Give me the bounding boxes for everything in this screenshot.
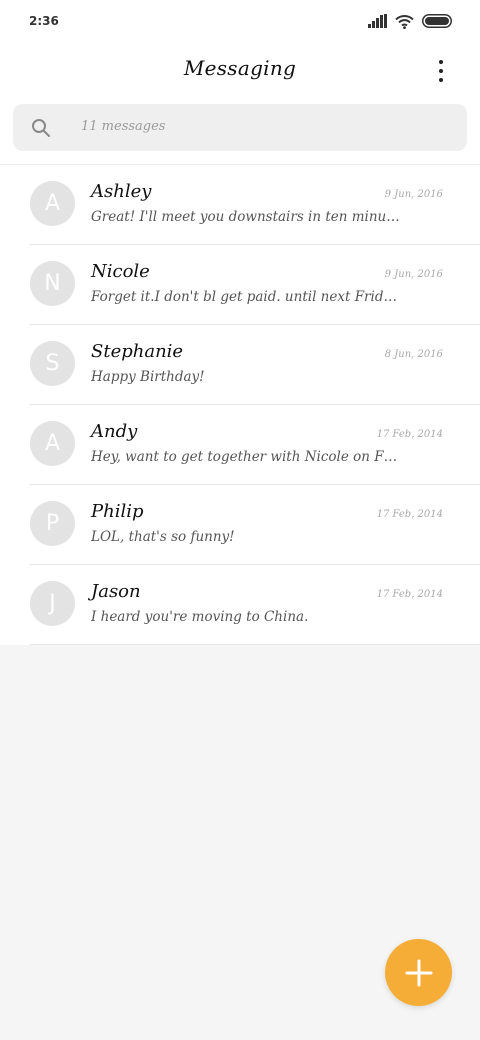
contact-name: Ashley <box>91 181 152 202</box>
page-title: Messaging <box>183 56 297 80</box>
message-preview: Hey, want to get together with Nicole on… <box>91 449 401 465</box>
message-date: 17 Feb, 2014 <box>376 509 443 520</box>
avatar: N <box>30 261 75 306</box>
contact-name: Stephanie <box>91 341 184 362</box>
status-bar: 2:36 <box>0 0 480 44</box>
conversation-item[interactable]: A Ashley 9 Jun, 2016 Great! I'll meet yo… <box>0 165 480 245</box>
wifi-icon <box>395 14 414 29</box>
row-divider <box>30 644 480 645</box>
messaging-screen: 2:36 Messaging 11 messages A Ashley 9 Ju… <box>0 0 480 1040</box>
conversation-list: A Ashley 9 Jun, 2016 Great! I'll meet yo… <box>0 165 480 645</box>
status-time: 2:36 <box>29 14 59 28</box>
message-preview: I heard you're moving to China. <box>91 609 309 625</box>
search-placeholder: 11 messages <box>81 119 166 134</box>
conversation-item[interactable]: A Andy 17 Feb, 2014 Hey, want to get tog… <box>0 405 480 485</box>
search-icon <box>32 119 50 137</box>
message-preview: Happy Birthday! <box>91 369 205 385</box>
message-date: 8 Jun, 2016 <box>384 349 443 360</box>
status-icons <box>368 13 452 29</box>
contact-name: Nicole <box>91 261 150 282</box>
message-preview: LOL, that's so funny! <box>91 529 235 545</box>
more-vertical-icon <box>439 60 443 64</box>
message-date: 9 Jun, 2016 <box>384 269 443 280</box>
message-preview: Forget it.I don't bl get paid. until nex… <box>91 289 401 305</box>
conversation-item[interactable]: N Nicole 9 Jun, 2016 Forget it.I don't b… <box>0 245 480 325</box>
conversation-item[interactable]: P Philip 17 Feb, 2014 LOL, that's so fun… <box>0 485 480 565</box>
conversation-item[interactable]: J Jason 17 Feb, 2014 I heard you're movi… <box>0 565 480 645</box>
contact-name: Philip <box>91 501 144 522</box>
message-date: 17 Feb, 2014 <box>376 589 443 600</box>
avatar: P <box>30 501 75 546</box>
message-date: 9 Jun, 2016 <box>384 189 443 200</box>
contact-name: Jason <box>91 581 141 602</box>
avatar: A <box>30 421 75 466</box>
message-date: 17 Feb, 2014 <box>376 429 443 440</box>
avatar: A <box>30 181 75 226</box>
message-preview: Great! I'll meet you downstairs in ten m… <box>91 209 401 225</box>
app-header: Messaging <box>0 44 480 100</box>
new-message-button[interactable] <box>385 939 452 1006</box>
more-options-button[interactable] <box>428 56 454 86</box>
search-input[interactable]: 11 messages <box>13 104 467 151</box>
battery-icon <box>422 14 452 28</box>
avatar: S <box>30 341 75 386</box>
plus-icon <box>405 959 432 986</box>
conversation-item[interactable]: S Stephanie 8 Jun, 2016 Happy Birthday! <box>0 325 480 405</box>
contact-name: Andy <box>91 421 138 442</box>
avatar: J <box>30 581 75 626</box>
signal-icon <box>368 14 387 28</box>
